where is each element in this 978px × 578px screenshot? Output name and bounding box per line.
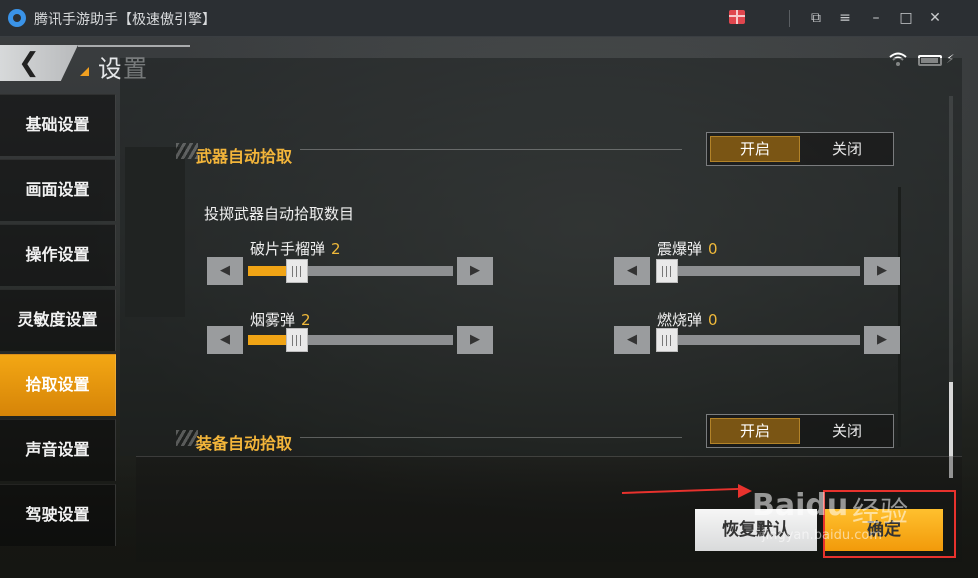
increase-button[interactable]: ▶: [864, 326, 900, 354]
baidu-watermark: Baidu 经验 jingyan.baidu.com: [752, 470, 952, 550]
weapon-pickup-title: 武器自动拾取: [196, 147, 293, 166]
decrease-button[interactable]: ◀: [614, 257, 650, 285]
slider-label: 破片手榴弹 2: [250, 240, 341, 258]
slider-thumb[interactable]: [286, 259, 309, 283]
watermark-brand: Baidu: [752, 488, 849, 523]
increase-button[interactable]: ▶: [457, 257, 493, 285]
slider-track[interactable]: [656, 259, 860, 283]
slider-track[interactable]: [248, 328, 453, 352]
popout-icon[interactable]: ⧉: [806, 8, 826, 28]
slider-track[interactable]: [248, 259, 453, 283]
equipment-pickup-title: 装备自动拾取: [196, 434, 293, 453]
decrease-button[interactable]: ◀: [207, 326, 243, 354]
weapon-pickup-on-button[interactable]: 开启: [710, 136, 800, 162]
decrease-button[interactable]: ◀: [614, 326, 650, 354]
weapon-pickup-off-button[interactable]: 关闭: [802, 136, 892, 162]
header-line: [78, 45, 190, 47]
menu-icon[interactable]: ≡: [835, 8, 855, 28]
back-button[interactable]: ❮: [0, 45, 78, 81]
sidebar-item-pickup[interactable]: 拾取设置: [0, 354, 116, 416]
equipment-pickup-off-button[interactable]: 关闭: [802, 418, 892, 444]
window-titlebar: 腾讯手游助手【极速傲引擎】 ⧉ ≡ – □ ✕: [0, 0, 978, 37]
watermark-cn: 经验: [852, 495, 909, 528]
header-accent: [80, 67, 89, 76]
section-divider: [300, 149, 682, 150]
slider-value: 0: [708, 311, 718, 329]
titlebar-divider: [789, 10, 790, 27]
back-arrow-icon: ❮: [18, 48, 40, 78]
sidebar-item-graphics[interactable]: 画面设置: [0, 159, 116, 221]
sidebar-item-basic[interactable]: 基础设置: [0, 94, 116, 156]
increase-button[interactable]: ▶: [864, 257, 900, 285]
slider-label: 烟雾弹 2: [250, 311, 311, 329]
gift-icon[interactable]: [729, 10, 745, 24]
settings-panel: [120, 58, 962, 456]
section-divider: [300, 437, 682, 438]
slider-track[interactable]: [656, 328, 860, 352]
increase-button[interactable]: ▶: [457, 326, 493, 354]
weapon-pickup-toggle: 开启 关闭: [706, 132, 894, 166]
slider-thumb[interactable]: [656, 328, 678, 352]
section-stripes-icon: [176, 430, 198, 446]
sidebar-item-driving[interactable]: 驾驶设置: [0, 484, 116, 546]
throwables-heading: 投掷武器自动拾取数目: [204, 205, 355, 223]
sidebar-item-sound[interactable]: 声音设置: [0, 419, 116, 481]
maximize-icon[interactable]: □: [896, 8, 916, 28]
close-icon[interactable]: ✕: [925, 8, 945, 28]
app-logo-icon: [8, 9, 26, 27]
annotation-arrow-head: [738, 484, 752, 498]
slider-thumb[interactable]: [656, 259, 678, 283]
section-stripes-icon: [176, 143, 198, 159]
sidebar-item-sensitivity[interactable]: 灵敏度设置: [0, 289, 116, 351]
sidebar-item-controls[interactable]: 操作设置: [0, 224, 116, 286]
slider-label: 震爆弹 0: [657, 240, 718, 258]
slider-label: 燃烧弹 0: [657, 311, 718, 329]
equipment-pickup-toggle: 开启 关闭: [706, 414, 894, 448]
decrease-button[interactable]: ◀: [207, 257, 243, 285]
slider-value: 2: [301, 311, 311, 329]
slider-thumb[interactable]: [286, 328, 309, 352]
window-title: 腾讯手游助手【极速傲引擎】: [34, 12, 216, 28]
slider-value: 2: [331, 240, 341, 258]
equipment-pickup-on-button[interactable]: 开启: [710, 418, 800, 444]
slider-value: 0: [708, 240, 718, 258]
minimize-icon[interactable]: –: [866, 8, 886, 28]
watermark-url: jingyan.baidu.com: [762, 528, 882, 543]
